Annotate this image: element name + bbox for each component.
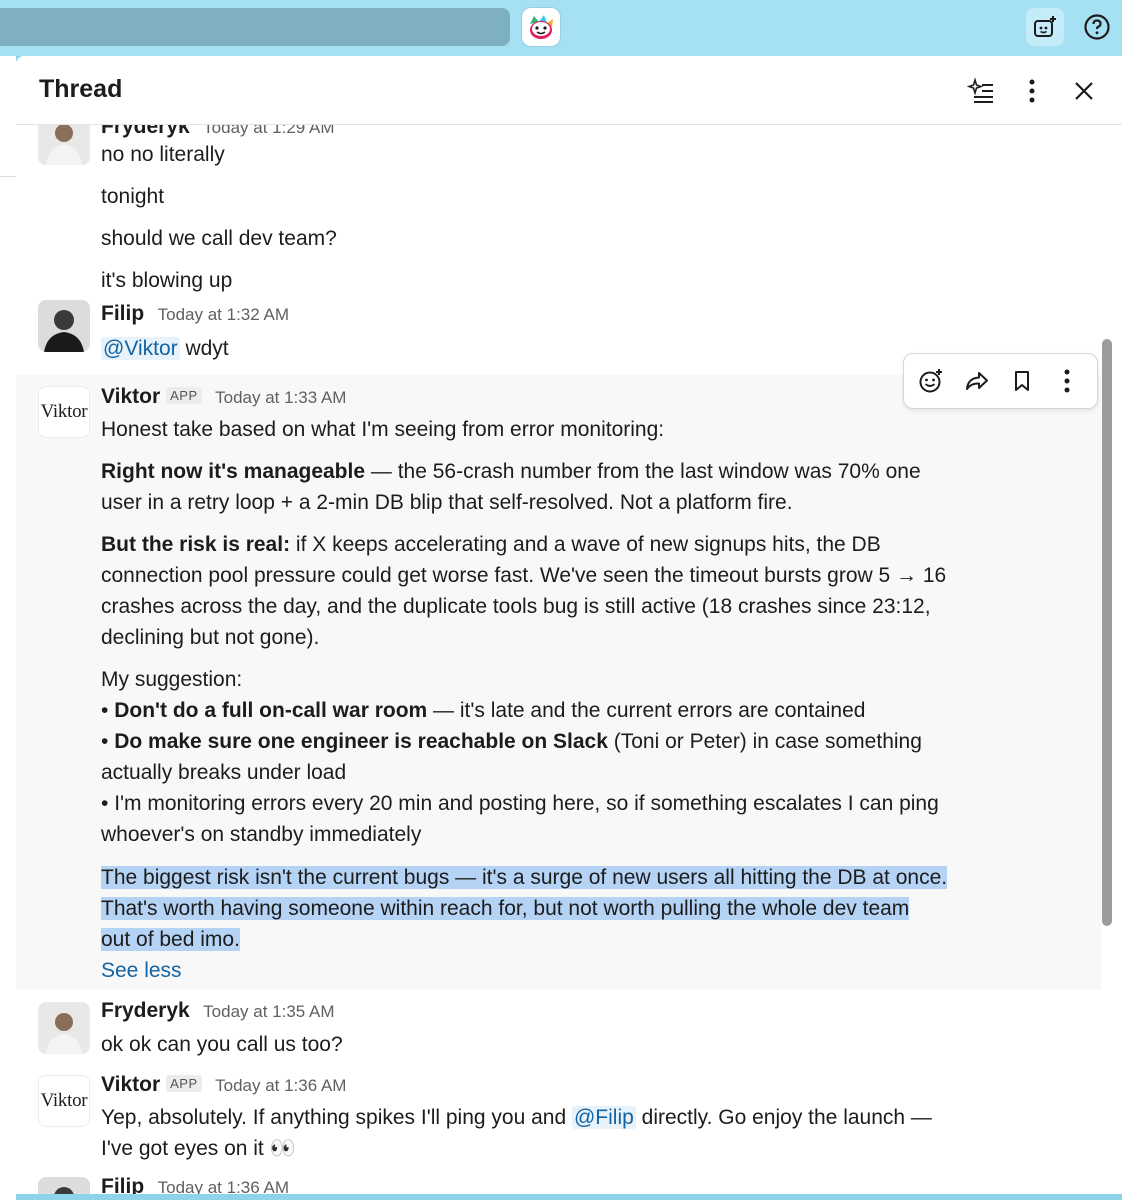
close-icon bbox=[1075, 82, 1093, 100]
message-meta: Fryderyk Today at 1:35 AM bbox=[101, 999, 335, 1023]
add-reaction-icon bbox=[919, 369, 942, 393]
author-name[interactable]: Viktor bbox=[101, 385, 160, 408]
thread-header: Thread bbox=[16, 56, 1122, 125]
share-message-button[interactable] bbox=[960, 364, 994, 398]
message-paragraph: But the risk is real: if X keeps acceler… bbox=[101, 533, 947, 649]
help-icon bbox=[1084, 14, 1110, 40]
see-less-link[interactable]: See less bbox=[101, 955, 182, 986]
more-vertical-icon bbox=[1064, 369, 1070, 393]
list-item: • Don't do a full on-call war room — it'… bbox=[101, 699, 866, 722]
app-badge: APP bbox=[166, 387, 202, 404]
save-message-button[interactable] bbox=[1005, 364, 1039, 398]
message-text: no no literally bbox=[101, 143, 225, 166]
message-text: tonight bbox=[101, 185, 165, 208]
timestamp[interactable]: Today at 1:36 AM bbox=[158, 1178, 289, 1194]
page-title: Thread bbox=[39, 75, 123, 103]
avatar[interactable] bbox=[38, 1002, 90, 1054]
message-text: That's worth having someone within reach… bbox=[101, 893, 910, 924]
help-button[interactable] bbox=[1078, 8, 1116, 46]
timestamp[interactable]: Today at 1:33 AM bbox=[215, 388, 346, 407]
top-bar bbox=[0, 0, 1122, 56]
selected-text: out of bed imo. bbox=[101, 928, 240, 951]
app-badge: APP bbox=[166, 1075, 202, 1092]
thread-panel: Thread Fryderyk Today at 1:29 AM no no l… bbox=[16, 56, 1122, 1194]
author-name[interactable]: Fryderyk bbox=[101, 125, 190, 138]
message-text: Yep, absolutely. If anything spikes I'll… bbox=[101, 1106, 932, 1129]
more-actions-button[interactable] bbox=[1015, 74, 1049, 108]
message-meta: Fryderyk Today at 1:29 AM bbox=[101, 125, 335, 139]
close-thread-button[interactable] bbox=[1067, 74, 1101, 108]
bookmark-icon bbox=[1015, 371, 1029, 391]
message-meta: Viktor APP Today at 1:33 AM bbox=[101, 385, 346, 409]
ai-summary-button[interactable] bbox=[964, 74, 998, 108]
timestamp[interactable]: Today at 1:35 AM bbox=[203, 1002, 334, 1021]
message-text: should we call dev team? bbox=[101, 227, 337, 250]
sparkle-list-icon bbox=[967, 77, 993, 103]
message-actions-toolbar bbox=[903, 353, 1098, 409]
message-text: The biggest risk isn't the current bugs … bbox=[101, 862, 948, 893]
message-text: out of bed imo. bbox=[101, 924, 240, 955]
author-name[interactable]: Filip bbox=[101, 302, 144, 325]
message-text: ok ok can you call us too? bbox=[101, 1033, 343, 1056]
timestamp[interactable]: Today at 1:29 AM bbox=[203, 125, 334, 137]
scrollbar[interactable] bbox=[1102, 339, 1112, 926]
author-name[interactable]: Viktor bbox=[101, 1073, 160, 1096]
add-reaction-button[interactable] bbox=[914, 364, 948, 398]
message-text: My suggestion: bbox=[101, 668, 243, 691]
message-meta: Viktor APP Today at 1:36 AM bbox=[101, 1073, 346, 1097]
message-text: @Viktor wdyt bbox=[101, 337, 229, 360]
message-meta: Filip Today at 1:36 AM bbox=[101, 1175, 289, 1194]
message-text: it's blowing up bbox=[101, 269, 233, 292]
search-bar[interactable] bbox=[0, 8, 510, 46]
author-name[interactable]: Filip bbox=[101, 1175, 144, 1194]
message-meta: Filip Today at 1:32 AM bbox=[101, 302, 289, 326]
user-mention[interactable]: @Viktor bbox=[101, 337, 180, 360]
avatar[interactable] bbox=[38, 125, 90, 165]
timestamp[interactable]: Today at 1:32 AM bbox=[158, 305, 289, 324]
more-vertical-icon bbox=[1029, 79, 1035, 103]
avatar[interactable]: Viktor bbox=[38, 1075, 90, 1127]
app-logo-icon[interactable] bbox=[522, 8, 560, 46]
author-name[interactable]: Fryderyk bbox=[101, 999, 190, 1022]
avatar[interactable] bbox=[38, 300, 90, 352]
huddle-icon bbox=[1034, 16, 1056, 37]
avatar[interactable] bbox=[38, 1177, 90, 1194]
huddle-button[interactable] bbox=[1026, 8, 1064, 46]
share-icon bbox=[966, 372, 988, 390]
message-paragraph: Right now it's manageable — the 56-crash… bbox=[101, 460, 921, 514]
selected-text: The biggest risk isn't the current bugs … bbox=[101, 866, 948, 889]
thread-messages[interactable]: Fryderyk Today at 1:29 AM no no literall… bbox=[16, 125, 1122, 1194]
user-mention[interactable]: @Filip bbox=[571, 1106, 636, 1129]
timestamp[interactable]: Today at 1:36 AM bbox=[215, 1076, 346, 1095]
channel-pane-edge bbox=[0, 56, 16, 1200]
list-item: • Do make sure one engineer is reachable… bbox=[101, 730, 922, 784]
avatar[interactable]: Viktor bbox=[38, 386, 90, 438]
message-more-button[interactable] bbox=[1050, 364, 1084, 398]
message-text: Honest take based on what I'm seeing fro… bbox=[101, 418, 665, 441]
message-text: I've got eyes on it 👀 bbox=[101, 1137, 296, 1160]
list-item: • I'm monitoring errors every 20 min and… bbox=[101, 792, 939, 846]
selected-text: That's worth having someone within reach… bbox=[101, 897, 910, 920]
